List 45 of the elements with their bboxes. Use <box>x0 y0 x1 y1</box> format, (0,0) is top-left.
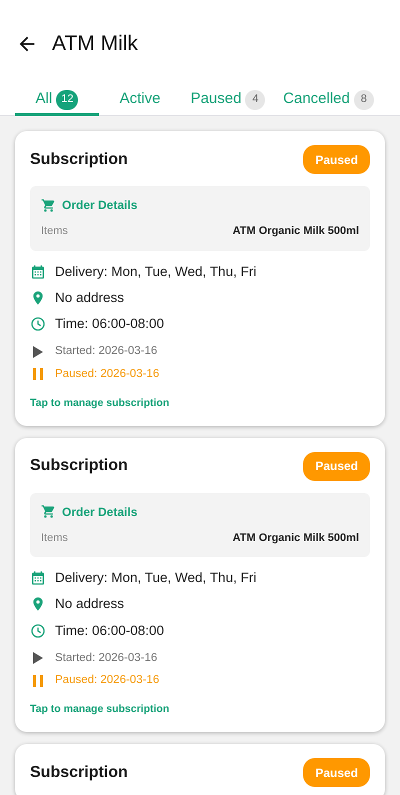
tab[interactable]: Active <box>99 86 181 116</box>
info-text: Delivery: Mon, Tue, Wed, Thu, Fri <box>55 569 256 587</box>
play-icon <box>33 652 43 664</box>
date-text: Started: 2026-03-16 <box>55 650 158 666</box>
count-badge: 8 <box>354 90 374 110</box>
section-heading: Order Details <box>62 197 138 214</box>
count-badge: 12 <box>56 90 78 110</box>
info-text: Delivery: Mon, Tue, Wed, Thu, Fri <box>55 262 256 281</box>
card-title: Subscription <box>30 456 128 476</box>
info-text: Time: 06:00-08:00 <box>55 622 164 640</box>
field-value: ATM Organic Milk 500ml <box>232 224 359 239</box>
info-text: No address <box>55 595 124 614</box>
date-text: Paused: 2026-03-16 <box>55 366 160 382</box>
subscription-card[interactable]: Subscription Paused Order Details Items ATM Organic Milk 500ml Delivery: Mon, Tue, Wed, Thu, Fri No address Time: 06:00-08:00 Started: 2026-03-16 Paused: 2026-03-16 Tap to manage subscription <box>15 131 385 426</box>
manage-hint: Tap to manage subscription <box>30 702 170 718</box>
status-badge: Paused <box>303 145 370 174</box>
calendar-icon <box>30 264 46 280</box>
page-title: ATM Milk <box>52 31 138 58</box>
tab[interactable]: All 12 <box>15 86 99 116</box>
field-value: ATM Organic Milk 500ml <box>232 530 359 546</box>
cart-icon <box>41 504 56 519</box>
card-title: Subscription <box>30 762 128 782</box>
manage-hint: Tap to manage subscription <box>30 396 170 411</box>
date-text: Started: 2026-03-16 <box>55 344 158 360</box>
clock-icon <box>30 622 46 639</box>
field-label: Items <box>41 224 68 239</box>
field-label: Items <box>41 530 68 546</box>
subscription-card[interactable]: Subscription Paused <box>15 744 385 795</box>
status-badge: Paused <box>303 452 370 480</box>
clock-icon <box>30 316 46 332</box>
date-text: Paused: 2026-03-16 <box>55 673 160 688</box>
info-text: No address <box>55 288 124 307</box>
info-text: Time: 06:00-08:00 <box>55 315 164 333</box>
calendar-icon <box>30 570 46 586</box>
pause-icon <box>33 674 43 687</box>
pause-icon <box>33 368 43 380</box>
section-heading: Order Details <box>62 504 138 520</box>
status-badge: Paused <box>303 758 370 787</box>
play-icon <box>33 346 43 358</box>
cart-icon <box>41 198 56 212</box>
tab[interactable]: Cancelled 8 <box>275 86 382 116</box>
subscription-card[interactable]: Subscription Paused Order Details Items ATM Organic Milk 500ml Delivery: Mon, Tue, Wed, Thu, Fri No address Time: 06:00-08:00 Started: 2026-03-16 Paused: 2026-03-16 Tap to manage subscription <box>15 438 385 732</box>
count-badge: 4 <box>245 90 266 110</box>
card-title: Subscription <box>30 150 128 170</box>
tab[interactable]: Paused 4 <box>181 86 275 116</box>
